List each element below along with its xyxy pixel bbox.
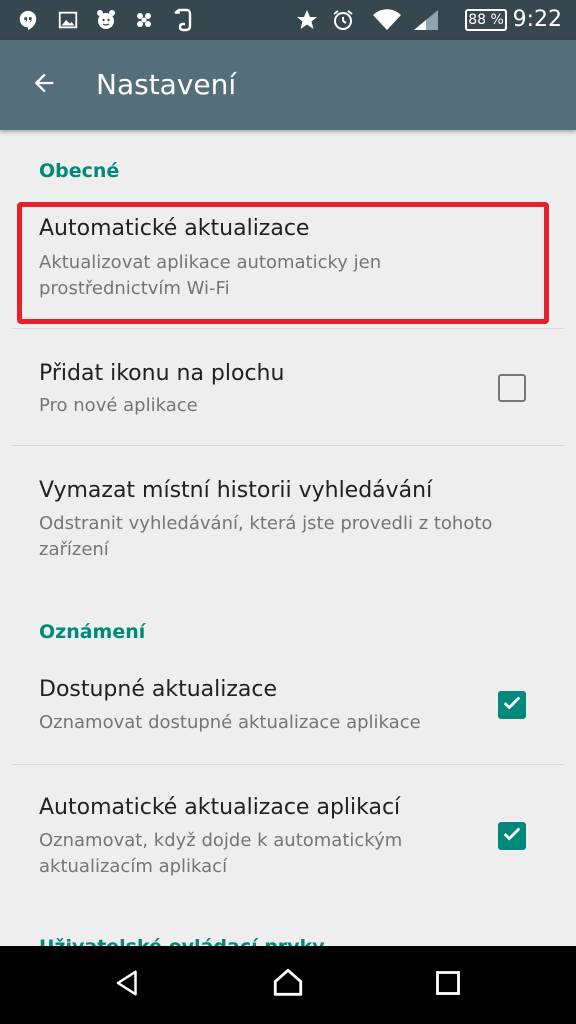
hangouts-icon — [16, 8, 40, 32]
back-button[interactable] — [22, 63, 66, 107]
section-header-notifications: Oznámení — [39, 621, 146, 643]
pref-title: Dostupné aktualizace — [39, 677, 278, 702]
pref-title: Automatické aktualizace aplikací — [39, 795, 401, 820]
pref-summary: Odstranit vyhledávání, která jste proved… — [39, 513, 493, 560]
pref-auto-app-updates[interactable]: Automatické aktualizace aplikací Oznamov… — [0, 765, 576, 907]
app-toolbar: Nastavení — [0, 40, 576, 130]
system-nav-bar — [0, 946, 576, 1024]
highlight-box — [17, 202, 549, 324]
settings-list[interactable]: Obecné Automatické aktualizace Aktualizo… — [0, 130, 576, 946]
status-bar: 88 % 9:22 — [0, 0, 576, 40]
pref-title: Přidat ikonu na plochu — [39, 361, 285, 386]
pref-summary: Pro nové aplikace — [39, 395, 198, 416]
star-icon — [295, 8, 319, 32]
arrow-back-icon — [30, 69, 58, 101]
signal-icon — [412, 8, 440, 32]
square-recents-icon — [434, 969, 462, 1001]
section-header-general: Obecné — [39, 160, 120, 182]
section-header-user-controls: Uživatelské ovládací prvky — [39, 936, 325, 946]
page-title: Nastavení — [96, 68, 237, 101]
add-icon-checkbox[interactable] — [498, 374, 526, 402]
nav-recents-button[interactable] — [426, 963, 470, 1007]
status-time: 9:22 — [512, 7, 562, 32]
pref-summary: Oznamovat dostupné aktualizace aplikace — [39, 712, 421, 733]
pref-add-icon[interactable]: Přidat ikonu na plochu Pro nové aplikace — [0, 329, 576, 445]
home-icon — [271, 966, 305, 1004]
pref-summary: Oznamovat, když dojde k automatickým akt… — [39, 830, 403, 877]
evernote-icon — [170, 8, 194, 32]
nav-back-button[interactable] — [106, 963, 150, 1007]
alarm-clock-app-icon — [94, 8, 118, 32]
gallery-icon — [56, 8, 80, 32]
alarm-icon — [331, 8, 355, 32]
battery-indicator: 88 % — [465, 9, 507, 31]
bird-icon — [132, 8, 156, 32]
pref-title: Vymazat místní historii vyhledávání — [39, 478, 433, 503]
nav-home-button[interactable] — [266, 963, 310, 1007]
auto-app-updates-checkbox[interactable] — [498, 822, 526, 850]
pref-available-updates[interactable]: Dostupné aktualizace Oznamovat dostupné … — [0, 660, 576, 764]
wifi-icon — [372, 8, 402, 32]
available-updates-checkbox[interactable] — [498, 691, 526, 719]
pref-clear-history[interactable]: Vymazat místní historii vyhledávání Odst… — [0, 446, 576, 588]
triangle-back-icon — [113, 968, 143, 1002]
check-icon — [501, 692, 523, 718]
check-icon — [501, 823, 523, 849]
